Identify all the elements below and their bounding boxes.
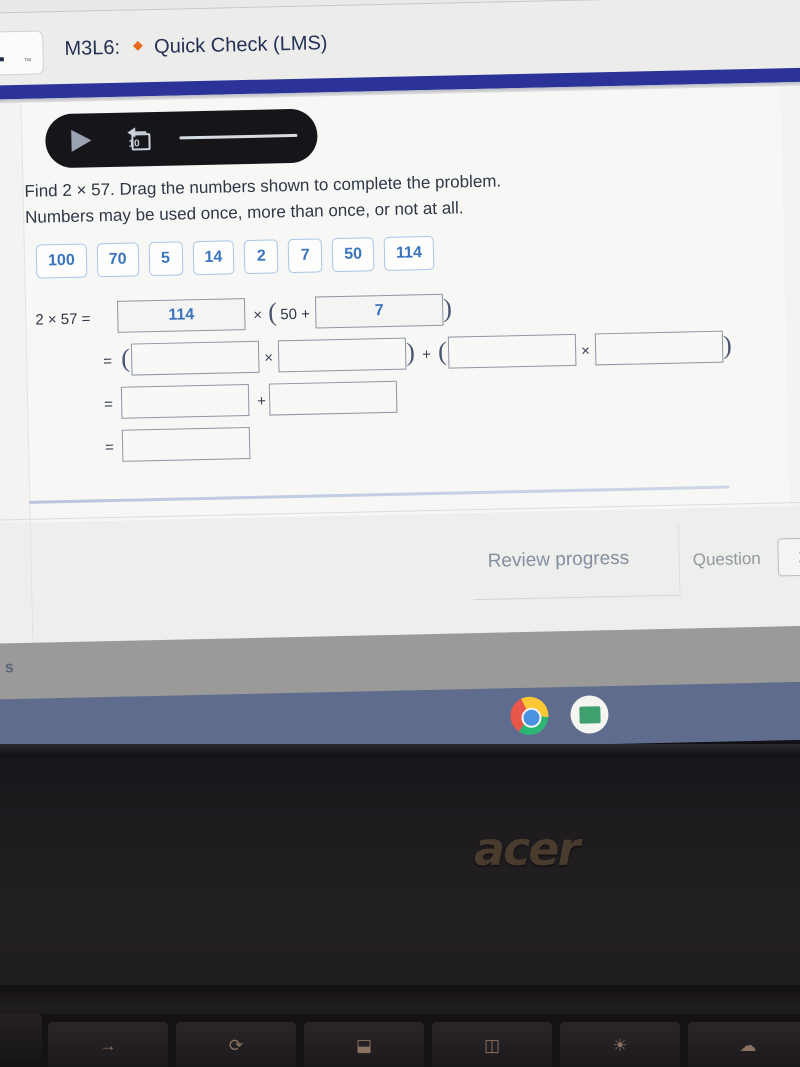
number-tile[interactable]: 14 bbox=[192, 240, 235, 276]
key-forward[interactable]: → bbox=[48, 1022, 168, 1067]
app-logo-text: ze. bbox=[0, 37, 6, 69]
number-tile[interactable]: 114 bbox=[383, 235, 435, 272]
equation-row-1-label: 2 × 57 = bbox=[35, 310, 91, 329]
app-logo-trademark: ™ bbox=[23, 56, 32, 66]
multiply-operator: × bbox=[253, 306, 263, 324]
replay-arrow-head bbox=[127, 127, 136, 138]
answer-slot-r2-c1[interactable] bbox=[130, 340, 260, 376]
cut-off-left-text: s bbox=[4, 659, 15, 677]
equation-row-2-label: = bbox=[103, 352, 113, 371]
plus-operator: + bbox=[422, 346, 432, 364]
question-number-input[interactable]: 1 bbox=[777, 537, 800, 577]
audio-player[interactable]: 10 bbox=[44, 108, 318, 169]
multiply-operator: × bbox=[264, 349, 274, 367]
progress-track[interactable] bbox=[179, 133, 298, 140]
multiply-operator: × bbox=[580, 342, 591, 360]
shelf-icon-row bbox=[510, 695, 609, 736]
app-logo[interactable]: ze. ™ bbox=[0, 30, 44, 77]
keyboard-function-row: → ⟳ ⬓ ◫ ☀ ☁ bbox=[0, 1014, 800, 1067]
replay-seconds-label: 10 bbox=[128, 138, 140, 150]
key-brightness-down[interactable]: ☀ bbox=[560, 1022, 680, 1067]
open-paren: ( bbox=[267, 297, 278, 327]
question-panel: 10 Find 2 × 57. Drag the numbers shown t… bbox=[0, 84, 800, 524]
constant-50-plus: 50 + bbox=[280, 305, 311, 324]
equation-area: 2 × 57 = 114 × ( 50 + 7 ) = ( × ) + (× … bbox=[27, 284, 791, 473]
answer-slot-r1-c2[interactable]: 7 bbox=[314, 293, 444, 329]
chrome-icon[interactable] bbox=[510, 696, 549, 736]
replay-10-icon[interactable]: 10 bbox=[123, 126, 154, 154]
answer-slot-r3-c2[interactable] bbox=[268, 380, 398, 416]
open-paren: ( bbox=[437, 336, 448, 366]
classroom-icon[interactable] bbox=[570, 695, 609, 734]
review-progress-underline bbox=[473, 594, 679, 601]
plus-operator: + bbox=[256, 392, 267, 410]
key-brightness-up[interactable]: ☁ bbox=[688, 1022, 800, 1067]
key-reload[interactable]: ⟳ bbox=[176, 1022, 296, 1067]
number-tile[interactable]: 7 bbox=[287, 238, 323, 274]
key-fullscreen[interactable]: ⬓ bbox=[304, 1022, 424, 1067]
lesson-code: M3L6: bbox=[64, 36, 121, 60]
footer-left-rule bbox=[29, 522, 34, 643]
diamond-bullet-icon bbox=[133, 40, 143, 51]
assignment-name: Quick Check (LMS) bbox=[153, 32, 328, 58]
photographed-screen: ze. ™ M3L6: Quick Check (LMS) 10 Find 2 … bbox=[0, 0, 800, 1067]
quiz-footer: Review progress Question 1 bbox=[0, 504, 800, 644]
number-tile[interactable]: 2 bbox=[243, 239, 279, 275]
number-tile[interactable]: 5 bbox=[148, 241, 183, 277]
question-counter-label: Question bbox=[692, 548, 761, 570]
review-progress-button[interactable]: Review progress bbox=[487, 548, 629, 573]
open-paren: ( bbox=[120, 343, 131, 373]
close-paren: ) bbox=[722, 330, 733, 360]
laptop-screen: ze. ™ M3L6: Quick Check (LMS) 10 Find 2 … bbox=[0, 0, 800, 744]
answer-slot-r1-c1[interactable]: 114 bbox=[116, 298, 246, 333]
answer-slot-r3-c1[interactable] bbox=[120, 384, 250, 419]
page-title: M3L6: Quick Check (LMS) bbox=[64, 32, 328, 61]
key-overview[interactable]: ◫ bbox=[432, 1022, 552, 1067]
answer-slot-r2-c3[interactable] bbox=[447, 333, 577, 369]
key-partial-left[interactable] bbox=[0, 1014, 42, 1062]
close-paren: ) bbox=[442, 293, 453, 323]
close-paren: ) bbox=[405, 337, 416, 367]
answer-slot-r4-c1[interactable] bbox=[121, 427, 251, 462]
answer-slot-r2-c4[interactable] bbox=[594, 330, 724, 366]
number-tile[interactable]: 70 bbox=[96, 242, 139, 278]
laptop-hinge bbox=[0, 985, 800, 1007]
number-tile[interactable]: 100 bbox=[35, 243, 88, 279]
answer-slot-r2-c2[interactable] bbox=[277, 337, 407, 373]
equation-row-4-label: = bbox=[104, 438, 115, 457]
acer-brand-logo: acer bbox=[474, 822, 580, 876]
number-tile[interactable]: 50 bbox=[331, 237, 375, 273]
equation-row-3-label: = bbox=[104, 395, 114, 414]
play-icon[interactable] bbox=[71, 129, 92, 152]
footer-divider bbox=[677, 524, 681, 599]
bezel-top-edge bbox=[0, 744, 800, 756]
